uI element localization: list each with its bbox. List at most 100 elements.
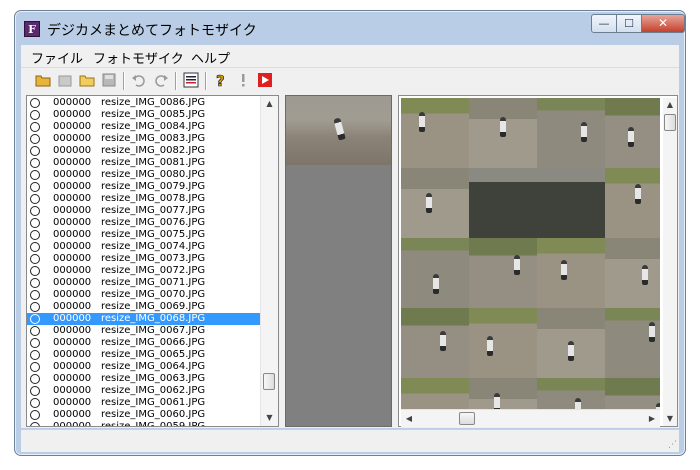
radio-button[interactable] (30, 230, 40, 240)
radio-button[interactable] (30, 158, 40, 168)
resize-grip-icon[interactable]: ⋰ (668, 440, 677, 450)
scroll-up-arrow-icon[interactable]: ▲ (261, 96, 278, 112)
new-mosaic-icon[interactable] (57, 72, 73, 88)
radio-button[interactable] (30, 302, 40, 312)
file-row[interactable]: 000000 resize_IMG_0064.JPG (27, 361, 263, 373)
radio-button[interactable] (30, 326, 40, 336)
file-row[interactable]: 000000 resize_IMG_0085.JPG (27, 109, 263, 121)
redo-icon[interactable] (153, 72, 169, 88)
player-figure (500, 117, 506, 137)
file-row[interactable]: 000000 resize_IMG_0084.JPG (27, 121, 263, 133)
file-row[interactable]: 000000 resize_IMG_0067.JPG (27, 325, 263, 337)
maximize-button[interactable]: ☐ (616, 14, 642, 33)
radio-button[interactable] (30, 422, 40, 426)
radio-button[interactable] (30, 398, 40, 408)
file-row[interactable]: 000000 resize_IMG_0068.JPG (27, 313, 263, 325)
file-row[interactable]: 000000 resize_IMG_0061.JPG (27, 397, 263, 409)
file-row[interactable]: 000000 resize_IMG_0073.JPG (27, 253, 263, 265)
radio-button[interactable] (30, 170, 40, 180)
save-icon[interactable] (101, 72, 117, 88)
file-row[interactable]: 000000 resize_IMG_0081.JPG (27, 157, 263, 169)
file-row[interactable]: 000000 resize_IMG_0066.JPG (27, 337, 263, 349)
mosaic-vscrollbar[interactable]: ▲ ▼ (663, 98, 677, 426)
file-row[interactable]: 000000 resize_IMG_0074.JPG (27, 241, 263, 253)
radio-button[interactable] (30, 194, 40, 204)
player-figure (487, 336, 493, 356)
mosaic-tile (605, 378, 660, 409)
mosaic-hscrollbar[interactable]: ◀ ▶ (401, 409, 660, 427)
file-number: 000000 (53, 385, 92, 396)
radio-button[interactable] (30, 374, 40, 384)
scroll-right-arrow-icon[interactable]: ▶ (644, 410, 660, 427)
menu-help[interactable]: ヘルプ (191, 48, 230, 67)
help-icon[interactable]: ? (213, 72, 229, 91)
undo-icon[interactable] (131, 72, 147, 88)
radio-button[interactable] (30, 338, 40, 348)
radio-button[interactable] (30, 98, 40, 108)
radio-button[interactable] (30, 146, 40, 156)
radio-button[interactable] (30, 386, 40, 396)
radio-button[interactable] (30, 314, 40, 324)
title-bar[interactable]: F デジカメまとめてフォトモザイク — ☐ ✕ (15, 11, 685, 45)
file-row[interactable]: 000000 resize_IMG_0063.JPG (27, 373, 263, 385)
file-row[interactable]: 000000 resize_IMG_0071.JPG (27, 277, 263, 289)
file-row[interactable]: 000000 resize_IMG_0075.JPG (27, 229, 263, 241)
menu-file[interactable]: ファイル (31, 48, 83, 67)
radio-button[interactable] (30, 242, 40, 252)
alert-icon[interactable] (235, 72, 251, 88)
file-row[interactable]: 000000 resize_IMG_0083.JPG (27, 133, 263, 145)
radio-button[interactable] (30, 254, 40, 264)
player-figure (628, 127, 634, 147)
file-row[interactable]: 000000 resize_IMG_0077.JPG (27, 205, 263, 217)
mosaic-scroll-down-icon[interactable]: ▼ (663, 412, 677, 426)
h-scroll-thumb[interactable] (459, 412, 475, 425)
app-icon[interactable]: F (24, 21, 40, 37)
file-row[interactable]: 000000 resize_IMG_0070.JPG (27, 289, 263, 301)
mosaic-vscroll-thumb[interactable] (664, 114, 676, 131)
radio-button[interactable] (30, 290, 40, 300)
scroll-left-arrow-icon[interactable]: ◀ (401, 410, 417, 427)
radio-button[interactable] (30, 218, 40, 228)
radio-button[interactable] (30, 110, 40, 120)
mosaic-tile (401, 308, 469, 378)
mosaic-tile (537, 378, 605, 409)
open-folder-icon[interactable] (35, 72, 51, 88)
radio-button[interactable] (30, 206, 40, 216)
file-row[interactable]: 000000 resize_IMG_0069.JPG (27, 301, 263, 313)
list-icon[interactable] (183, 72, 199, 88)
minimize-button[interactable]: — (591, 14, 617, 33)
radio-button[interactable] (30, 122, 40, 132)
radio-button[interactable] (30, 266, 40, 276)
file-row[interactable]: 000000 resize_IMG_0059.JPG (27, 421, 263, 426)
file-row[interactable]: 000000 resize_IMG_0086.JPG (27, 97, 263, 109)
file-row[interactable]: 000000 resize_IMG_0062.JPG (27, 385, 263, 397)
file-row[interactable]: 000000 resize_IMG_0080.JPG (27, 169, 263, 181)
radio-button[interactable] (30, 362, 40, 372)
run-icon[interactable] (257, 72, 273, 88)
radio-button[interactable] (30, 134, 40, 144)
folder-icon[interactable] (79, 72, 95, 88)
file-name: resize_IMG_0076.JPG (101, 217, 206, 228)
player-figure (642, 265, 648, 285)
menu-photomosaic[interactable]: フォトモザイク (93, 48, 184, 67)
radio-button[interactable] (30, 182, 40, 192)
file-row[interactable]: 000000 resize_IMG_0078.JPG (27, 193, 263, 205)
radio-button[interactable] (30, 410, 40, 420)
file-row[interactable]: 000000 resize_IMG_0060.JPG (27, 409, 263, 421)
file-list[interactable]: 000000 resize_IMG_0086.JPG 000000 resize_IM… (26, 95, 279, 427)
player-figure (649, 322, 655, 342)
file-list-scrollbar[interactable]: ▲ ▼ (260, 96, 278, 426)
radio-button[interactable] (30, 350, 40, 360)
file-row[interactable]: 000000 resize_IMG_0079.JPG (27, 181, 263, 193)
file-name: resize_IMG_0085.JPG (101, 109, 206, 120)
file-row[interactable]: 000000 resize_IMG_0072.JPG (27, 265, 263, 277)
toolbar-separator (175, 72, 177, 90)
file-row[interactable]: 000000 resize_IMG_0082.JPG (27, 145, 263, 157)
scroll-thumb[interactable] (263, 373, 275, 390)
file-row[interactable]: 000000 resize_IMG_0076.JPG (27, 217, 263, 229)
file-row[interactable]: 000000 resize_IMG_0065.JPG (27, 349, 263, 361)
scroll-down-arrow-icon[interactable]: ▼ (261, 410, 278, 426)
mosaic-scroll-up-icon[interactable]: ▲ (663, 98, 677, 112)
close-button[interactable]: ✕ (641, 14, 685, 33)
radio-button[interactable] (30, 278, 40, 288)
